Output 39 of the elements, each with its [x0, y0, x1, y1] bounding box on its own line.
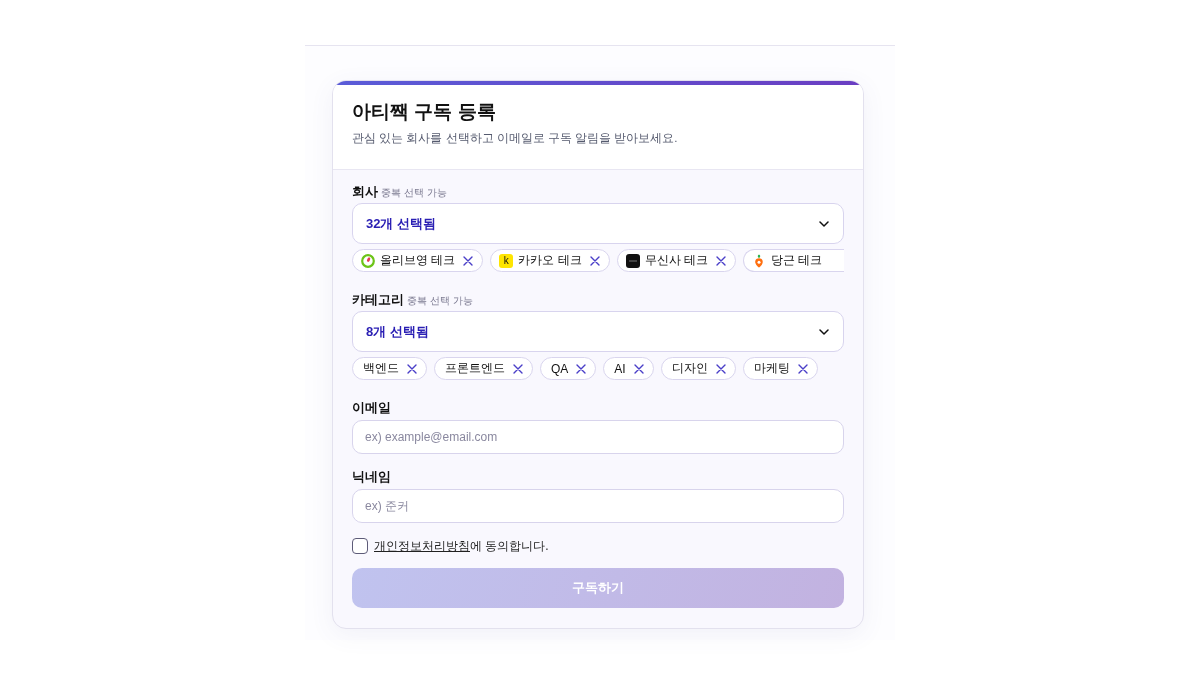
chip-label: 무신사 테크 [644, 252, 709, 269]
chevron-down-icon [819, 328, 829, 335]
hint-text: 중복 선택 가능 [407, 294, 473, 308]
chip-label: 프론트엔드 [445, 360, 505, 377]
chip-label: 올리브영 테크 [380, 252, 456, 269]
chip-label: 백엔드 [363, 360, 399, 377]
form-title: 아티짹 구독 등록 [352, 100, 497, 124]
dropdown-select[interactable]: 32개 선택됨 [352, 203, 844, 244]
privacy-policy-link[interactable]: 개인정보처리방침 [374, 538, 470, 553]
text-input[interactable]: ex) example@email.com [352, 420, 844, 454]
chip-label: 카카오 테크 [518, 252, 582, 269]
close-icon[interactable] [797, 363, 808, 374]
close-icon[interactable] [715, 363, 726, 374]
chip-label: 디자인 [671, 360, 708, 377]
field-label: 이메일 [352, 400, 391, 416]
square-icon [625, 253, 640, 268]
ring-icon [361, 253, 375, 268]
field-label: 회사 [352, 184, 378, 200]
text-input[interactable]: ex) 준커 [352, 489, 844, 523]
close-icon[interactable] [576, 363, 587, 374]
chevron-down-icon [819, 220, 829, 227]
field-label: 카테고리 [352, 292, 404, 308]
dropdown-select[interactable]: 8개 선택됨 [352, 311, 844, 352]
checkbox[interactable] [352, 538, 368, 554]
chip-label: QA [551, 361, 569, 376]
form-subtitle: 관심 있는 회사를 선택하고 이메일로 구독 알림을 받아보세요. [352, 131, 679, 146]
close-icon[interactable] [716, 255, 727, 266]
field-label: 닉네임 [352, 469, 391, 485]
close-icon[interactable] [407, 363, 417, 374]
chip-label: 마케팅 [753, 360, 790, 377]
consent-text: 개인정보처리방침에 동의합니다. [374, 537, 549, 555]
chip-label: AI [614, 361, 626, 376]
letter-logo: k [499, 253, 514, 268]
close-icon[interactable] [633, 363, 644, 374]
chip-label: 당근 테크 [771, 252, 823, 269]
close-icon[interactable] [463, 255, 474, 266]
close-icon[interactable] [513, 363, 523, 374]
hint-text: 중복 선택 가능 [381, 186, 447, 200]
close-icon[interactable] [589, 255, 600, 266]
